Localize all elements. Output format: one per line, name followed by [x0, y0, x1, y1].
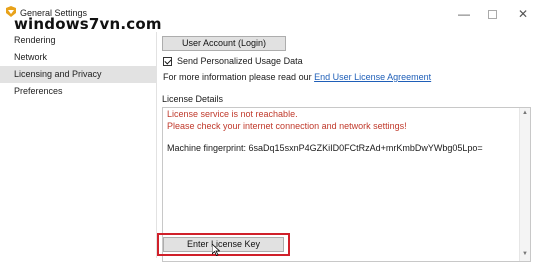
license-error-line-1: License service is not reachable. [167, 109, 298, 119]
close-button[interactable]: ✕ [511, 5, 535, 23]
machine-fingerprint-text: Machine fingerprint: 6saDq15sxnP4GZKiID0… [167, 143, 483, 153]
license-details-label: License Details [162, 94, 224, 104]
minimize-button[interactable]: — [452, 5, 476, 23]
watermark-text: windows7vn.com [14, 15, 162, 33]
send-usage-data-label: Send Personalized Usage Data [177, 56, 303, 66]
maximize-icon [487, 9, 497, 19]
eula-link[interactable]: End User License Agreement [314, 72, 431, 82]
title-bar: General Settings windows7vn.com — ✕ [0, 0, 536, 33]
details-scrollbar[interactable]: ▲ ▼ [519, 108, 530, 261]
send-usage-data-option[interactable]: Send Personalized Usage Data [163, 56, 303, 66]
sidebar-item-network[interactable]: Network [0, 49, 156, 66]
mouse-cursor-icon [212, 244, 220, 256]
maximize-button[interactable] [480, 5, 504, 23]
close-icon: ✕ [517, 7, 529, 21]
sidebar-item-preferences[interactable]: Preferences [0, 83, 156, 100]
settings-sidebar: Rendering Network Licensing and Privacy … [0, 32, 157, 258]
licensing-panel: User Account (Login) Send Personalized U… [157, 32, 536, 262]
eula-info-text: For more information please read our End… [163, 72, 431, 82]
minimize-icon: — [458, 7, 470, 21]
scroll-up-icon[interactable]: ▲ [521, 110, 529, 118]
license-error-line-2: Please check your internet connection an… [167, 121, 407, 131]
eula-info-prefix: For more information please read our [163, 72, 315, 82]
enter-license-key-button[interactable]: Enter License Key [163, 237, 284, 252]
send-usage-data-checkbox[interactable] [163, 56, 172, 66]
sidebar-item-licensing-and-privacy[interactable]: Licensing and Privacy [0, 66, 156, 83]
sidebar-item-rendering[interactable]: Rendering [0, 32, 156, 49]
user-account-login-button[interactable]: User Account (Login) [162, 36, 286, 51]
